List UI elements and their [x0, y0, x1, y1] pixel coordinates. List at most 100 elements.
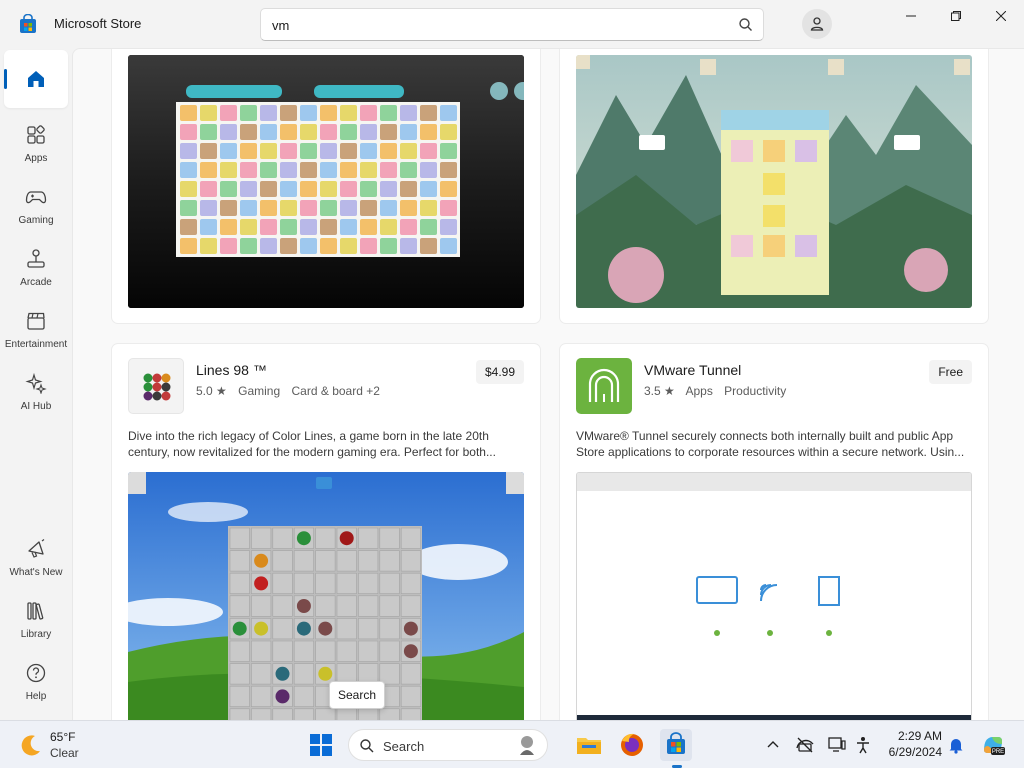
- app-screenshot[interactable]: [576, 472, 972, 720]
- game-tile: [300, 143, 317, 159]
- game-tile: [260, 181, 277, 197]
- copilot-icon[interactable]: PRE: [980, 732, 1006, 758]
- board-cell: [379, 640, 400, 662]
- game-tile: [200, 162, 217, 178]
- search-input[interactable]: vm: [260, 8, 764, 41]
- board-cell: [358, 550, 379, 572]
- app-screenshot[interactable]: [576, 55, 972, 308]
- game-tile: [260, 200, 277, 216]
- game-tile: [360, 238, 377, 254]
- game-tile: [360, 143, 377, 159]
- clock-date[interactable]: 6/29/2024: [876, 745, 942, 759]
- game-tile: [420, 219, 437, 235]
- result-card[interactable]: [559, 49, 989, 324]
- close-icon: [996, 11, 1006, 21]
- game-tile: [380, 238, 397, 254]
- maximize-button[interactable]: [933, 0, 979, 32]
- library-icon: [27, 602, 44, 620]
- notification-bell-icon[interactable]: [946, 735, 966, 755]
- display-icon[interactable]: [827, 735, 847, 755]
- weather-widget[interactable]: 65°F Clear: [16, 729, 106, 761]
- chevron-up-icon[interactable]: [763, 735, 783, 755]
- taskbar-file-explorer[interactable]: [573, 729, 605, 761]
- taskbar-firefox[interactable]: [616, 729, 648, 761]
- board-cell: [400, 685, 422, 707]
- sidebar-item-label: Gaming: [18, 215, 54, 226]
- minimize-button[interactable]: [888, 0, 934, 32]
- search-icon[interactable]: [737, 16, 755, 34]
- sidebar-item-gaming[interactable]: Gaming: [4, 174, 68, 232]
- board-cell: [229, 640, 250, 662]
- game-tile: [280, 181, 297, 197]
- board-cell: [315, 572, 336, 594]
- board-cell: [400, 708, 422, 720]
- board-cell: [251, 663, 272, 685]
- close-button[interactable]: [978, 0, 1024, 32]
- game-tile: [280, 238, 297, 254]
- accessibility-icon[interactable]: [853, 735, 873, 755]
- search-highlight-icon: [520, 736, 534, 755]
- game-tile: [260, 238, 277, 254]
- account-button[interactable]: [802, 9, 832, 39]
- board-cell: [379, 618, 400, 640]
- game-tile: [220, 219, 237, 235]
- game-tile: [280, 143, 297, 159]
- weather-condition: Clear: [50, 746, 79, 760]
- color-ball: [254, 576, 269, 591]
- sidebar-item-help[interactable]: Help: [4, 650, 68, 708]
- result-card-lines-98[interactable]: Lines 98 ™ 5.0 ★ Gaming Card & board +2 …: [111, 343, 541, 720]
- rating: 3.5 ★: [644, 384, 675, 398]
- sidebar-item-library[interactable]: Library: [4, 588, 68, 646]
- game-tile: [420, 162, 437, 178]
- result-card[interactable]: [111, 49, 541, 324]
- sidebar-item-ai-hub[interactable]: AI Hub: [4, 360, 68, 418]
- network-off-icon[interactable]: [795, 735, 815, 755]
- clock-time[interactable]: 2:29 AM: [886, 729, 942, 743]
- app-title: Microsoft Store: [54, 16, 142, 31]
- game-tile: [360, 124, 377, 140]
- megaphone-icon: [28, 539, 45, 558]
- price-badge[interactable]: $4.99: [475, 360, 524, 384]
- search-input-value[interactable]: vm: [272, 18, 289, 33]
- sidebar-item-entertainment[interactable]: Entertainment: [4, 298, 68, 356]
- moon-icon: [21, 735, 40, 756]
- rating-value: 5.0: [196, 384, 213, 398]
- color-ball: [275, 689, 290, 704]
- result-card-vmware-tunnel[interactable]: VMware Tunnel 3.5 ★ Apps Productivity Fr…: [559, 343, 989, 720]
- taskbar-store[interactable]: [660, 729, 692, 761]
- taskbar-search[interactable]: Search: [348, 729, 548, 761]
- game-tile: [360, 181, 377, 197]
- board-cell: [251, 640, 272, 662]
- game-tile: [380, 200, 397, 216]
- sidebar-item-home[interactable]: [4, 50, 68, 108]
- help-icon: [26, 663, 46, 683]
- game-tile: [220, 124, 237, 140]
- game-tile: [240, 162, 257, 178]
- app-screenshot[interactable]: [128, 472, 524, 720]
- game-tile: [180, 200, 197, 216]
- game-tile: [420, 124, 437, 140]
- board-cell: [358, 527, 379, 549]
- game-tile: [200, 143, 217, 159]
- board-cell: [229, 527, 250, 549]
- game-tile: [360, 162, 377, 178]
- tunnel-arch-icon: [588, 368, 620, 402]
- sidebar-item-arcade[interactable]: Arcade: [4, 236, 68, 294]
- game-tile: [400, 181, 417, 197]
- app-name[interactable]: VMware Tunnel: [644, 362, 741, 378]
- app-name[interactable]: Lines 98 ™: [196, 362, 267, 378]
- app-screenshot[interactable]: [128, 55, 524, 308]
- board-cell: [358, 618, 379, 640]
- sidebar-item-apps[interactable]: Apps: [4, 112, 68, 170]
- sidebar-item-label: Library: [20, 629, 52, 640]
- price-badge[interactable]: Free: [929, 360, 972, 384]
- start-button[interactable]: [305, 729, 337, 761]
- game-tile: [220, 162, 237, 178]
- game-tile: [300, 181, 317, 197]
- board-cell: [336, 618, 357, 640]
- game-tile: [340, 181, 357, 197]
- sidebar-item-whats-new[interactable]: What's New: [4, 526, 68, 584]
- sidebar-item-label: AI Hub: [20, 401, 52, 412]
- star-icon: ★: [216, 384, 227, 398]
- game-tile: [240, 143, 257, 159]
